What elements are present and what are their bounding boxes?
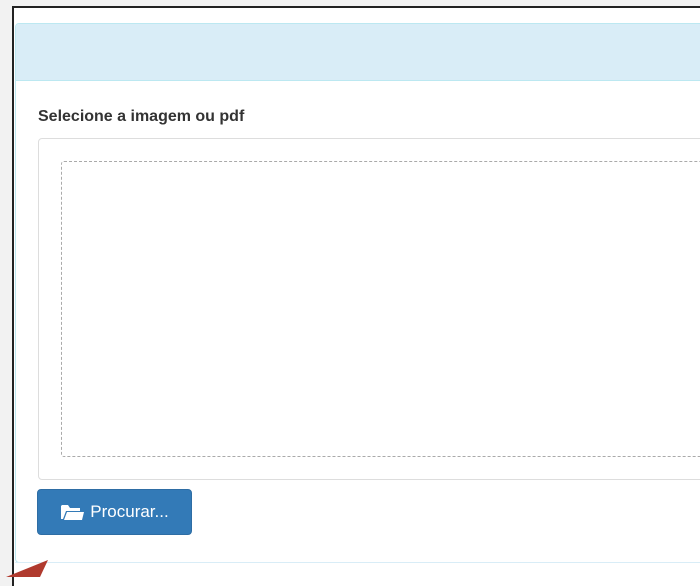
folder-open-icon	[61, 505, 85, 520]
file-input-label: Selecione a imagem ou pdf	[38, 108, 245, 125]
pointer-arrow-icon	[6, 560, 48, 577]
browse-button-label: Procurar...	[90, 502, 169, 521]
panel-footer-divider	[15, 562, 700, 563]
browse-button[interactable]: Procurar...	[37, 489, 192, 535]
upload-panel: Selecione a imagem ou pdf Procurar...	[15, 23, 700, 563]
panel-heading	[16, 24, 700, 81]
file-drop-zone[interactable]	[61, 161, 700, 457]
file-preview-box	[38, 138, 700, 480]
